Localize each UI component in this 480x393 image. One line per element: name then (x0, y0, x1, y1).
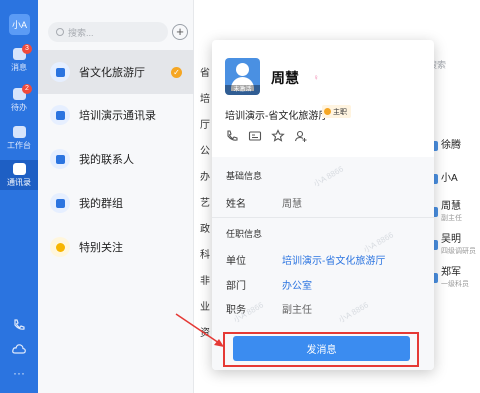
org-icon (50, 105, 70, 125)
add-contact-icon[interactable] (294, 129, 308, 143)
more-icon[interactable]: ··· (12, 366, 26, 380)
group-icon (50, 193, 70, 213)
profile-avatar[interactable]: 未激活 (225, 58, 260, 95)
contacts-item-label: 特别关注 (79, 242, 123, 254)
profile-header: 未激活 周慧 ♀ 培训演示-省文化旅游厅 主职 (212, 40, 434, 157)
member-title: 四级调研员 (441, 247, 476, 255)
contacts-item-org[interactable]: 省文化旅游厅 ✓ (38, 50, 194, 94)
star-icon[interactable] (271, 129, 285, 143)
list-item[interactable]: 徐腾 (428, 129, 480, 162)
contacts-item-label: 培训演示通讯录 (79, 110, 156, 122)
divider (212, 217, 434, 218)
arrow-icon (175, 313, 224, 347)
contacts-item-my-groups[interactable]: 我的群组 (38, 181, 194, 225)
user-avatar[interactable]: 小A (9, 14, 30, 35)
search-placeholder: 搜索... (68, 27, 94, 38)
person-icon (50, 149, 70, 169)
add-button[interactable]: + (172, 24, 188, 40)
profile-name: 周慧 (271, 70, 299, 86)
unread-badge: 3 (22, 44, 32, 54)
rail-item-workbench[interactable]: 工作台 (0, 126, 38, 151)
badge-dot-icon (324, 108, 331, 115)
org-icon (50, 62, 70, 82)
contacts-item-my-contacts[interactable]: 我的联系人 (38, 137, 194, 181)
unit-label: 单位 (226, 256, 246, 267)
profile-actions (225, 129, 317, 143)
watermark: 小A 8866 (311, 164, 345, 189)
rail-item-label: 工作台 (7, 141, 31, 150)
highlight-box (223, 332, 419, 367)
member-name: 吴明 (441, 233, 461, 245)
rail-item-contacts[interactable]: 通讯录 (0, 160, 38, 190)
watermark: 小A 8866 (336, 300, 370, 325)
contacts-item-favorites[interactable]: 特别关注 (38, 225, 194, 269)
name-label: 姓名 (226, 199, 246, 210)
rail-item-todo[interactable]: 待办 2 (0, 84, 38, 113)
dept-label: 部门 (226, 281, 246, 292)
rail-item-label: 通讯录 (7, 178, 31, 187)
rail-item-label: 消息 (11, 63, 27, 72)
post-value: 副主任 (282, 305, 312, 316)
profile-org: 培训演示-省文化旅游厅 (225, 111, 329, 122)
cloud-icon[interactable] (12, 342, 26, 356)
contacts-panel: 搜索... + 省文化旅游厅 ✓ 培训演示通讯录 我的联系人 我的群组 特别关注 (38, 0, 194, 393)
list-item[interactable]: 周慧 副主任 (428, 195, 480, 228)
profile-card: 未激活 周慧 ♀ 培训演示-省文化旅游厅 主职 基础信息 姓名 周慧 任职信息 … (212, 40, 434, 370)
grid-icon (12, 126, 26, 138)
member-title: 一级科员 (441, 280, 469, 288)
contacts-item-label: 省文化旅游厅 (79, 67, 145, 79)
phone-icon[interactable] (225, 129, 239, 143)
member-name: 郑军 (441, 266, 461, 278)
contacts-item-label: 我的联系人 (79, 154, 134, 166)
contacts-icon (12, 163, 26, 175)
member-search[interactable]: 搜索 (428, 58, 480, 71)
job-info-title: 任职信息 (226, 229, 263, 239)
member-name: 徐腾 (441, 140, 461, 151)
rail-item-label: 待办 (11, 103, 27, 112)
member-title: 副主任 (441, 214, 462, 222)
main-position-badge: 主职 (322, 105, 351, 118)
inactive-tag: 未激活 (225, 85, 260, 95)
dept-link[interactable]: 办公室 (282, 277, 312, 292)
list-item[interactable]: 吴明 四级调研员 (428, 228, 480, 261)
member-list: 搜索 徐腾 小A 周慧副主任 吴明四级调研员 郑军一级科员 (428, 58, 480, 294)
star-icon (50, 237, 70, 257)
badge-label: 主职 (333, 108, 347, 116)
contacts-item-label: 我的群组 (79, 198, 123, 210)
phone-icon[interactable] (12, 318, 26, 332)
todo-badge: 2 (22, 84, 32, 94)
search-icon (56, 28, 64, 36)
search-input[interactable]: 搜索... (48, 22, 168, 42)
verified-icon: ✓ (171, 66, 182, 78)
rail-item-messages[interactable]: 消息 3 (0, 44, 38, 73)
member-name: 周慧 (441, 200, 461, 212)
nav-rail: 小A 消息 3 待办 2 工作台 通讯录 ··· (0, 0, 38, 393)
name-value: 周慧 (282, 199, 302, 210)
list-item[interactable]: 郑军 一级科员 (428, 261, 480, 294)
id-card-icon[interactable] (248, 129, 262, 143)
member-name: 小A (441, 173, 458, 184)
list-item[interactable]: 小A (428, 162, 480, 195)
contacts-item-training[interactable]: 培训演示通讯录 (38, 93, 194, 137)
basic-info-title: 基础信息 (226, 171, 263, 181)
unit-link[interactable]: 培训演示-省文化旅游厅 (282, 252, 385, 267)
female-icon: ♀ (313, 73, 319, 82)
